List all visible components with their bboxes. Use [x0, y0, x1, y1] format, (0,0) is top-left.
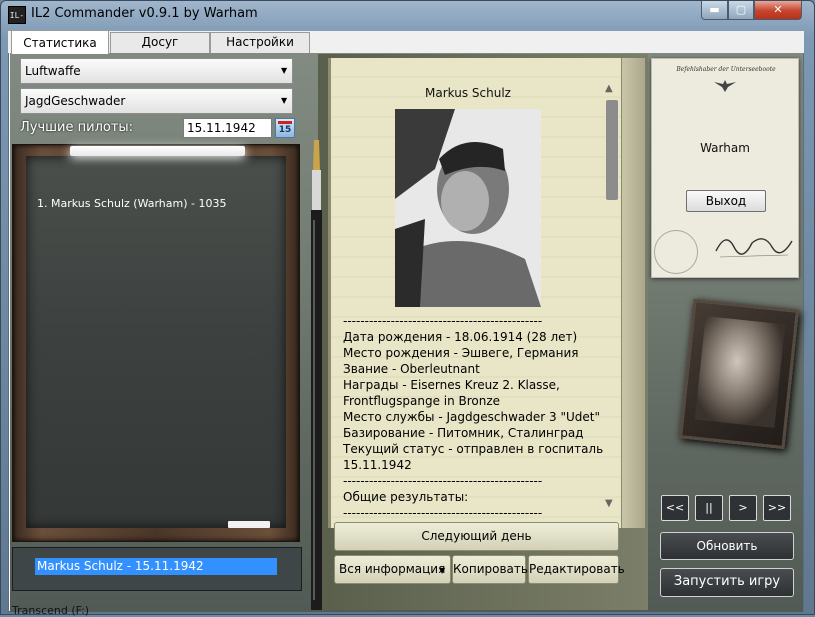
status-line-2: 15.11.1942: [343, 458, 412, 472]
scroll-down-icon[interactable]: ▼: [605, 498, 613, 509]
results-label: Общие результаты:: [343, 490, 469, 504]
lamp-icon: [70, 146, 245, 156]
exit-button[interactable]: Выход: [686, 190, 766, 212]
scroll-up-icon[interactable]: ▲: [605, 83, 613, 94]
edit-button[interactable]: Редактировать: [528, 555, 625, 584]
scrollbar-thumb[interactable]: [606, 100, 618, 200]
calendar-icon[interactable]: 15: [275, 118, 295, 138]
chevron-down-icon: ▼: [281, 96, 288, 105]
tab-statistics[interactable]: Статистика: [11, 30, 109, 54]
maximize-button[interactable]: ▢: [728, 1, 754, 20]
stamp-icon: [654, 230, 698, 274]
base: Базирование - Питомник, Сталинград: [343, 426, 584, 440]
app-icon: IL-2: [8, 6, 26, 38]
selected-list-item[interactable]: Markus Schulz - 15.11.1942: [35, 558, 277, 575]
chevron-down-icon: ▼: [439, 566, 446, 575]
copy-button[interactable]: Копировать: [452, 555, 528, 584]
birth-place: Место рождения - Эшвеге, Германия: [343, 346, 579, 360]
taskbar-text: Transcend (F:): [12, 604, 90, 617]
pilot-photo-icon: [395, 109, 541, 307]
letter-header: Befehlshaber der Unterseeboote: [676, 66, 776, 73]
pause-button[interactable]: ||: [695, 495, 723, 521]
birth-date: Дата рождения - 18.06.1914 (28 лет): [343, 330, 578, 344]
rank: Звание - Oberleutnant: [343, 362, 480, 376]
best-pilots-label: Лучшие пилоты:: [20, 120, 134, 135]
last-page-button[interactable]: >>: [763, 495, 791, 521]
next-button[interactable]: >: [729, 495, 757, 521]
chalk-icon: [228, 521, 270, 528]
info-filter-select[interactable]: Вся информация: [334, 555, 451, 584]
faction-select[interactable]: Luftwaffe: [20, 58, 293, 84]
player-name: Warham: [700, 141, 750, 155]
separator: ----------------------------------------…: [343, 474, 543, 488]
close-button[interactable]: ✕: [754, 1, 802, 20]
awards-line-1: Награды - Eisernes Kreuz 2. Klasse,: [343, 378, 560, 392]
pilot-name: Markus Schulz: [425, 86, 511, 100]
separator: ----------------------------------------…: [343, 506, 543, 520]
separator: ----------------------------------------…: [343, 314, 543, 328]
status-line-1: Текущий статус - отправлен в госпиталь: [343, 442, 604, 456]
tab-leisure[interactable]: Досуг: [110, 32, 210, 53]
fountain-pen-icon: [311, 140, 322, 610]
next-day-button[interactable]: Следующий день: [334, 522, 619, 551]
minimize-button[interactable]: ▬: [701, 1, 728, 20]
blackboard: [26, 156, 286, 528]
title-bar[interactable]: IL-2 IL2 Commander v0.9.1 by Warham ▬ ▢ …: [0, 0, 815, 38]
pilot-info: ----------------------------------------…: [343, 313, 604, 521]
tab-settings[interactable]: Настройки: [210, 32, 310, 53]
group-select[interactable]: JagdGeschwader: [20, 88, 293, 114]
refresh-stats-button[interactable]: Обновить статистику: [660, 532, 794, 579]
notebook-spine: [621, 58, 645, 528]
list-item[interactable]: 1. Markus Schulz (Warham) - 1035: [37, 197, 227, 210]
launch-game-button[interactable]: Запустить игру: [660, 568, 794, 597]
awards-line-2: Frontflugspange in Bronze: [343, 394, 501, 408]
portrait-photo-icon: [694, 316, 786, 428]
date-input[interactable]: 15.11.1942: [183, 118, 272, 138]
chevron-down-icon: ▼: [281, 66, 288, 75]
first-page-button[interactable]: <<: [661, 495, 689, 521]
pilot-portrait: [395, 109, 541, 307]
window-title: IL2 Commander v0.9.1 by Warham: [31, 6, 258, 21]
unit: Место службы - Jagdgeschwader 3 "Udet": [343, 410, 600, 424]
eagle-emblem-icon: [714, 80, 736, 92]
signature-icon: [715, 238, 793, 258]
